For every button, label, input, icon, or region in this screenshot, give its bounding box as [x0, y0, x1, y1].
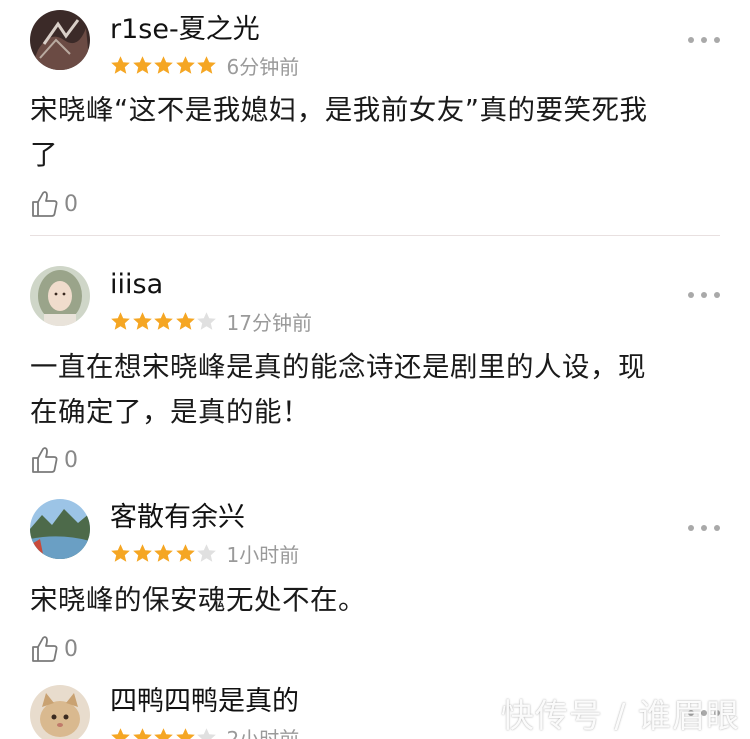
- like-button[interactable]: 0: [30, 187, 78, 221]
- comment-text-line: 了: [30, 139, 58, 171]
- star-icon: [175, 727, 196, 739]
- comment-text-line: 一直在想宋晓峰是真的能念诗还是剧里的人设，现: [30, 351, 646, 383]
- avatar[interactable]: [30, 266, 90, 326]
- star-icon: [175, 543, 196, 564]
- thumbs-up-icon: [30, 445, 60, 475]
- avatar[interactable]: [30, 10, 90, 70]
- star-rating: [110, 55, 218, 76]
- comment-meta: 2小时前: [110, 724, 299, 739]
- timestamp: 2小时前: [226, 726, 300, 739]
- timestamp: 17分钟前: [226, 310, 312, 335]
- comment-text: 宋晓峰的保安魂无处不在。: [30, 578, 720, 623]
- star-icon: [196, 311, 217, 332]
- username[interactable]: r1se-夏之光: [110, 14, 260, 46]
- star-icon: [196, 55, 217, 76]
- comment-text: 一直在想宋晓峰是真的能念诗还是剧里的人设，现 在确定了，是真的能！: [30, 345, 720, 435]
- thumbs-up-icon: [30, 634, 60, 664]
- more-dots-icon[interactable]: [688, 35, 720, 45]
- comment-meta: 6分钟前: [110, 52, 300, 79]
- star-icon: [132, 727, 153, 739]
- star-icon: [132, 311, 153, 332]
- star-icon: [153, 727, 174, 739]
- comment-text-line: 宋晓峰“这不是我媳妇，是我前女友”真的要笑死我: [30, 94, 648, 126]
- like-button[interactable]: 0: [30, 443, 78, 477]
- like-count: 0: [64, 447, 78, 473]
- thumbs-up-icon: [30, 189, 60, 219]
- like-button[interactable]: 0: [30, 632, 78, 666]
- divider: [30, 235, 720, 236]
- username[interactable]: iiisa: [110, 269, 163, 301]
- star-icon: [153, 543, 174, 564]
- star-rating: [110, 543, 218, 564]
- like-count: 0: [64, 191, 78, 217]
- avatar[interactable]: [30, 499, 90, 559]
- star-icon: [110, 311, 131, 332]
- more-dots-icon[interactable]: [688, 290, 720, 300]
- star-icon: [196, 543, 217, 564]
- star-rating: [110, 311, 218, 332]
- comment-meta: 17分钟前: [110, 308, 312, 335]
- star-icon: [196, 727, 217, 739]
- star-icon: [132, 543, 153, 564]
- star-icon: [153, 55, 174, 76]
- avatar[interactable]: [30, 685, 90, 739]
- star-icon: [110, 727, 131, 739]
- username[interactable]: 四鸭四鸭是真的: [110, 686, 299, 718]
- comment-meta: 1小时前: [110, 540, 300, 567]
- like-count: 0: [64, 636, 78, 662]
- star-icon: [175, 311, 196, 332]
- star-icon: [110, 543, 131, 564]
- timestamp: 1小时前: [226, 542, 300, 567]
- comment-text: 宋晓峰“这不是我媳妇，是我前女友”真的要笑死我 了: [30, 88, 720, 178]
- star-icon: [110, 55, 131, 76]
- username[interactable]: 客散有余兴: [110, 502, 245, 534]
- comment-feed: r1se-夏之光 6分钟前 宋晓峰“这不是我媳妇，是我前女友”真的要笑死我 了 …: [0, 0, 750, 739]
- watermark: 快传号 / 谁眉眼: [500, 696, 740, 735]
- more-dots-icon[interactable]: [688, 523, 720, 533]
- comment-text-line: 在确定了，是真的能！: [30, 396, 310, 428]
- star-icon: [153, 311, 174, 332]
- star-icon: [132, 55, 153, 76]
- star-rating: [110, 727, 218, 739]
- star-icon: [175, 55, 196, 76]
- comment-text-line: 宋晓峰的保安魂无处不在。: [30, 584, 366, 616]
- timestamp: 6分钟前: [226, 54, 300, 79]
